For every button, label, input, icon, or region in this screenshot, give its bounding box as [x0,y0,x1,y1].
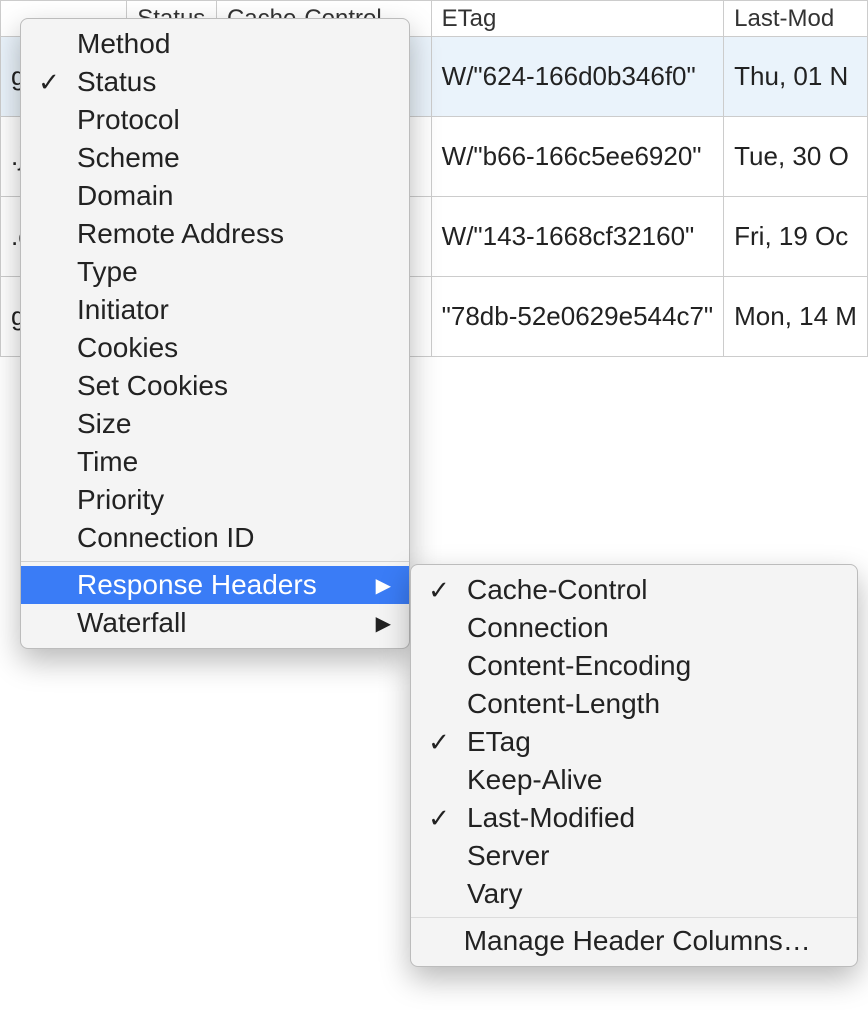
menu-item-label: Remote Address [77,218,361,250]
menu-item-label: Vary [467,878,809,910]
response-headers-menu-item-server[interactable]: Server [411,837,857,875]
menu-item-label: Protocol [77,104,361,136]
check-icon: ✓ [411,575,467,606]
col-header-etag[interactable]: ETag [431,1,723,37]
response-headers-menu-item-content-encoding[interactable]: Content-Encoding [411,647,857,685]
menu-item-label: Time [77,446,361,478]
context-menu-columns[interactable]: Method✓StatusProtocolSchemeDomainRemote … [20,18,410,649]
chevron-right-icon: ▶ [361,611,391,636]
response-headers-menu-item-cache-control[interactable]: ✓Cache-Control [411,571,857,609]
cell-etag: W/"b66-166c5ee6920" [431,117,723,197]
cell-lastmod: Thu, 01 N [724,37,868,117]
menu-item-label: Cookies [77,332,361,364]
col-header-lastmod[interactable]: Last-Mod [724,1,868,37]
check-icon: ✓ [411,803,467,834]
columns-menu-item-status[interactable]: ✓Status [21,63,409,101]
columns-menu-item-connection-id[interactable]: Connection ID [21,519,409,557]
menu-item-label: Server [467,840,809,872]
menu-item-label: Content-Length [467,688,809,720]
columns-menu-item-response-headers[interactable]: Response Headers▶ [21,566,409,604]
menu-item-label: Priority [77,484,361,516]
context-submenu-response-headers[interactable]: ✓Cache-ControlConnectionContent-Encoding… [410,564,858,967]
cell-lastmod: Fri, 19 Oc [724,197,868,277]
response-headers-menu-item-vary[interactable]: Vary [411,875,857,913]
columns-menu-item-type[interactable]: Type [21,253,409,291]
menu-item-label: ETag [467,726,809,758]
menu-item-label: Manage Header Columns… [464,925,811,957]
response-headers-menu-separator [411,917,857,918]
columns-menu-item-method[interactable]: Method [21,25,409,63]
response-headers-menu-item-content-length[interactable]: Content-Length [411,685,857,723]
menu-item-label: Domain [77,180,361,212]
columns-menu-item-waterfall[interactable]: Waterfall▶ [21,604,409,642]
columns-menu-item-time[interactable]: Time [21,443,409,481]
menu-item-label: Last-Modified [467,802,809,834]
menu-item-label: Type [77,256,361,288]
menu-item-label: Cache-Control [467,574,809,606]
menu-item-label: Scheme [77,142,361,174]
menu-item-label: Keep-Alive [467,764,809,796]
columns-menu-item-domain[interactable]: Domain [21,177,409,215]
menu-item-label: Connection [467,612,809,644]
columns-menu-item-priority[interactable]: Priority [21,481,409,519]
cell-lastmod: Mon, 14 M [724,277,868,357]
menu-item-label: Initiator [77,294,361,326]
menu-item-label: Connection ID [77,522,361,554]
response-headers-menu-item-etag[interactable]: ✓ETag [411,723,857,761]
cell-etag: W/"624-166d0b346f0" [431,37,723,117]
response-headers-menu-item-manage-header-columns[interactable]: Manage Header Columns… [411,922,857,960]
check-icon: ✓ [411,727,467,758]
cell-etag: W/"143-1668cf32160" [431,197,723,277]
menu-item-label: Status [77,66,361,98]
columns-menu-item-set-cookies[interactable]: Set Cookies [21,367,409,405]
chevron-right-icon: ▶ [361,573,391,598]
menu-item-label: Waterfall [77,607,361,639]
menu-item-label: Method [77,28,361,60]
menu-item-label: Content-Encoding [467,650,809,682]
columns-menu-item-cookies[interactable]: Cookies [21,329,409,367]
response-headers-menu-item-last-modified[interactable]: ✓Last-Modified [411,799,857,837]
columns-menu-item-remote-address[interactable]: Remote Address [21,215,409,253]
response-headers-menu-item-connection[interactable]: Connection [411,609,857,647]
columns-menu-item-size[interactable]: Size [21,405,409,443]
columns-menu-item-initiator[interactable]: Initiator [21,291,409,329]
menu-item-label: Response Headers [77,569,361,601]
columns-menu-item-scheme[interactable]: Scheme [21,139,409,177]
columns-menu-item-protocol[interactable]: Protocol [21,101,409,139]
check-icon: ✓ [21,67,77,98]
menu-item-label: Set Cookies [77,370,361,402]
columns-menu-separator [21,561,409,562]
response-headers-menu-item-keep-alive[interactable]: Keep-Alive [411,761,857,799]
cell-lastmod: Tue, 30 O [724,117,868,197]
menu-item-label: Size [77,408,361,440]
cell-etag: "78db-52e0629e544c7" [431,277,723,357]
